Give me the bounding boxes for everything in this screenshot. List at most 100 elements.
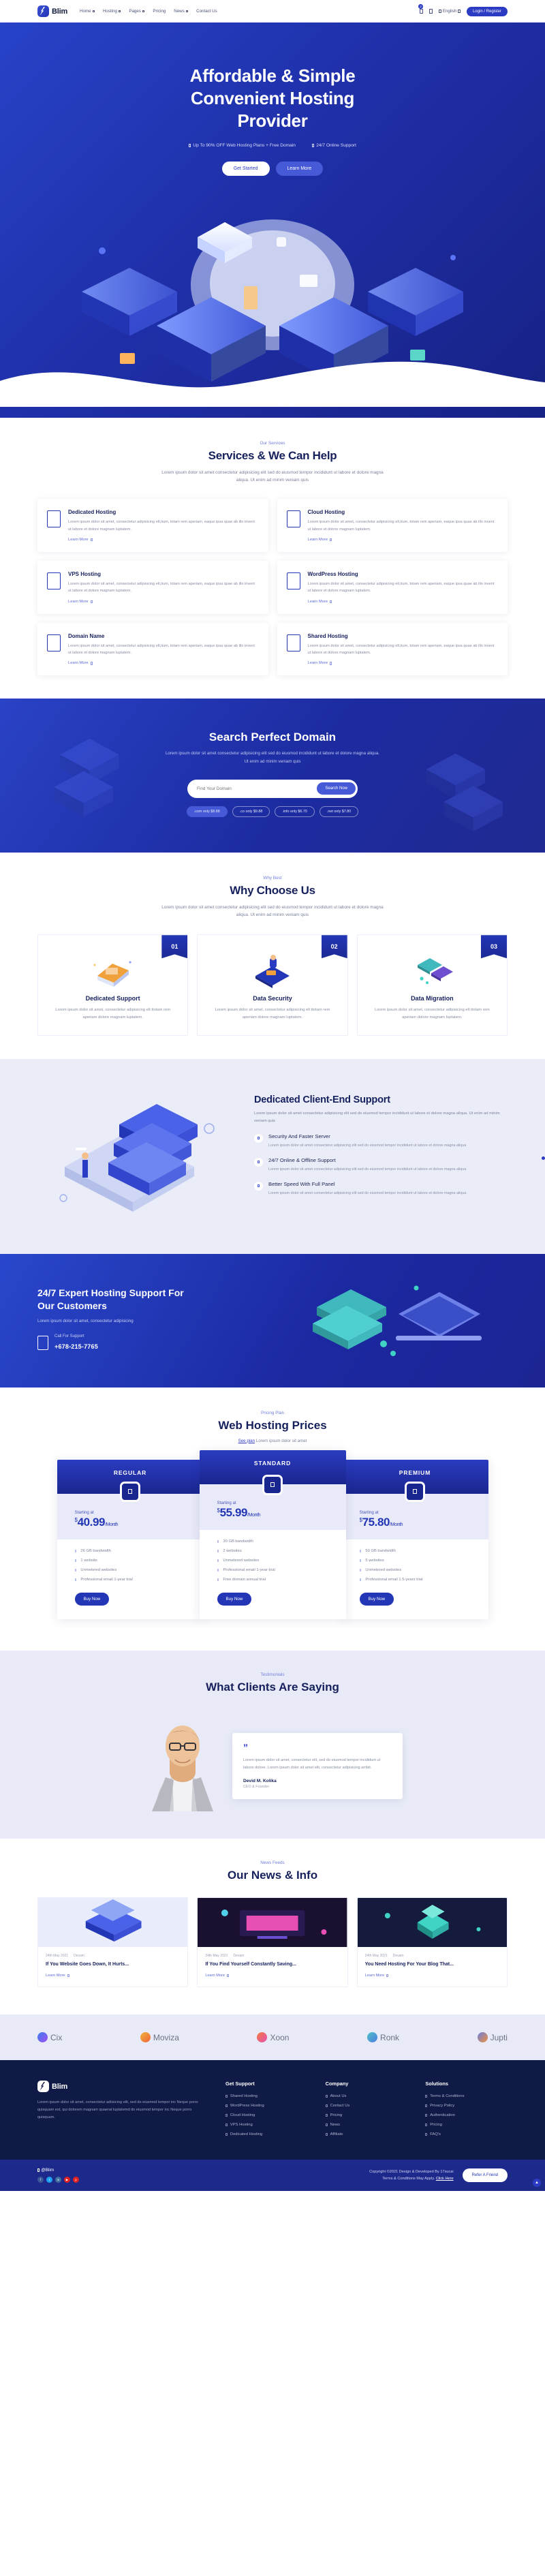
footer-link-wordpress-hosting[interactable]: WordPress Hosting — [225, 2104, 308, 2108]
partner-ronk[interactable]: Ronk — [367, 2032, 399, 2043]
buy-now-button[interactable]: Buy Now — [74, 1592, 110, 1606]
nav-item-pricing[interactable]: Pricing — [153, 9, 166, 14]
why-card-body: Lorem ipsum dolor sit amet, consectetur … — [55, 1008, 171, 1019]
news-card[interactable]: 24th May 2021 Devam If You Website Goes D… — [37, 1897, 189, 1988]
service-card[interactable]: Dedicated Hosting Lorem ipsum dolor sit … — [37, 499, 268, 553]
why-card[interactable]: 01 Dedicated Support Lorem ipsum dolor s… — [37, 934, 189, 1036]
plan-feature: 26 GB bandwidth — [74, 1549, 186, 1553]
news-body: 24th May 2021 Devam If You Website Goes D… — [38, 1947, 187, 1987]
tld-chip-co[interactable]: .co only $9.88 — [232, 806, 270, 817]
buy-now-button[interactable]: Buy Now — [359, 1592, 394, 1606]
dedicated-hosting-icon — [47, 510, 61, 528]
check-icon — [74, 1578, 77, 1581]
service-card[interactable]: Shared Hosting Lorem ipsum dolor sit ame… — [277, 622, 508, 676]
twitter-icon[interactable]: t — [46, 2177, 52, 2183]
plan-feature: 50 GB bandwidth — [359, 1549, 471, 1553]
call-label: Call For Support — [54, 1334, 84, 1338]
check-icon — [311, 144, 315, 148]
cart-icon[interactable]: 2 — [418, 4, 424, 14]
footer-link-pricing[interactable]: Pricing — [325, 2113, 408, 2117]
site-header: Blim Home Hosting Pages Pricing News Con… — [0, 0, 545, 22]
learn-more-link[interactable]: Learn More — [205, 1974, 339, 1978]
footer-link-authentication[interactable]: Authentication — [425, 2113, 508, 2117]
footer-link-terms-conditions[interactable]: Terms & Conditions — [425, 2094, 508, 2098]
arrow-right-icon — [90, 538, 93, 542]
service-card[interactable]: Cloud Hosting Lorem ipsum dolor sit amet… — [277, 499, 508, 553]
partners-section: Cix Moviza Xoon Ronk Jupti — [0, 2014, 545, 2061]
learn-more-link[interactable]: Learn More — [308, 538, 499, 542]
learn-more-link[interactable]: Learn More — [308, 600, 499, 604]
footer-link-contact-us[interactable]: Contact Us — [325, 2104, 408, 2108]
footer-link-privacy-policy[interactable]: Privacy Policy — [425, 2104, 508, 2108]
plan-feature: Professional email 1.5-years trial — [359, 1578, 471, 1582]
arrow-right-icon — [90, 600, 93, 603]
learn-more-link[interactable]: Learn More — [308, 661, 499, 665]
learn-more-button[interactable]: Learn More — [275, 162, 324, 177]
see-plan-link[interactable]: See plan — [238, 1439, 255, 1443]
partner-xoon[interactable]: Xoon — [257, 2032, 289, 2043]
footer-link-pricing-solutions[interactable]: Pricing — [425, 2123, 508, 2127]
search-icon[interactable] — [429, 8, 433, 14]
support-feature: 24/7 Online & Offline Support Lorem ipsum… — [254, 1157, 508, 1173]
nav-item-contact-us[interactable]: Contact Us — [196, 9, 217, 14]
phone-number[interactable]: +678-215-7765 — [54, 1343, 98, 1350]
chevron-right-icon — [325, 2114, 328, 2117]
service-card[interactable]: WordPress Hosting Lorem ipsum dolor sit … — [277, 561, 508, 614]
login-register-button[interactable]: Login / Register — [466, 6, 508, 16]
nav-item-hosting[interactable]: Hosting — [103, 9, 121, 14]
footer-link-news[interactable]: News — [325, 2123, 408, 2127]
footer-link-vps-hosting[interactable]: VPS Hosting — [225, 2123, 308, 2127]
logo[interactable]: Blim — [37, 5, 67, 17]
partner-cix[interactable]: Cix — [37, 2032, 62, 2043]
footer-link-faqs[interactable]: FAQ's — [425, 2132, 508, 2136]
nav-item-news[interactable]: News — [174, 9, 189, 14]
footer-link-cloud-hosting[interactable]: Cloud Hosting — [225, 2113, 308, 2117]
footer-logo[interactable]: Blim — [37, 2081, 208, 2093]
news-card[interactable]: 24th May 2021 Devam You Need Hosting For … — [356, 1897, 508, 1988]
scroll-to-top-button[interactable]: ▲ — [533, 2179, 541, 2188]
tld-chip-info[interactable]: .info only $6.70 — [275, 806, 315, 817]
nav-item-pages[interactable]: Pages — [129, 9, 145, 14]
buy-now-button[interactable]: Buy Now — [217, 1592, 252, 1606]
get-started-button[interactable]: Get Started — [221, 162, 270, 177]
why-card[interactable]: 02 Data Security Lorem ipsum dolor sit a… — [197, 934, 348, 1036]
footer-link-about-us[interactable]: About Us — [325, 2094, 408, 2098]
learn-more-link[interactable]: Learn More — [68, 600, 259, 604]
why-card[interactable]: 03 Data Migration Lorem ipsum dolor sit … — [356, 934, 508, 1036]
refer-a-friend-button[interactable]: Refer A Friend — [462, 2168, 508, 2183]
news-card[interactable]: 24th May 2021 Devam If You Find Yourself … — [197, 1897, 348, 1988]
terms-click-here-link[interactable]: Click Here — [436, 2177, 454, 2181]
xoon-logo-icon — [257, 2032, 268, 2043]
tld-chip-com[interactable]: .com only $8.88 — [186, 806, 228, 817]
youtube-icon[interactable]: ▶ — [64, 2177, 70, 2183]
learn-more-link[interactable]: Learn More — [365, 1974, 499, 1978]
facebook-icon[interactable]: f — [37, 2177, 44, 2183]
linkedin-icon[interactable]: in — [55, 2177, 61, 2183]
check-icon — [189, 144, 191, 148]
footer-link-shared-hosting[interactable]: Shared Hosting — [225, 2094, 308, 2098]
pinterest-icon[interactable]: p — [73, 2177, 79, 2183]
footer-link-affiliate[interactable]: Affiliate — [325, 2132, 408, 2136]
domain-search-input[interactable] — [197, 786, 317, 791]
client-photo — [142, 1709, 223, 1811]
arrow-right-icon — [330, 538, 332, 542]
check-circle-icon — [254, 1181, 263, 1191]
services-grid: Dedicated Hosting Lorem ipsum dolor sit … — [37, 499, 508, 676]
learn-more-link[interactable]: Learn More — [68, 538, 259, 542]
support-feature-title: Security And Faster Server — [268, 1133, 330, 1139]
learn-more-link[interactable]: Learn More — [46, 1974, 180, 1978]
language-selector[interactable]: English — [438, 9, 461, 14]
chevron-right-icon — [325, 2095, 328, 2098]
learn-more-link[interactable]: Learn More — [68, 661, 259, 665]
cta-call-block[interactable]: Call For Support +678-215-7765 — [37, 1334, 262, 1352]
search-now-button[interactable]: Search Now — [317, 782, 356, 795]
chevron-right-icon — [225, 2123, 228, 2126]
footer-link-dedicated-hosting[interactable]: Dedicated Hosting — [225, 2132, 308, 2136]
arrow-right-icon — [330, 600, 332, 603]
nav-item-home[interactable]: Home — [80, 9, 95, 14]
service-card[interactable]: VPS Hosting Lorem ipsum dolor sit amet, … — [37, 561, 268, 614]
partner-jupti[interactable]: Jupti — [477, 2032, 508, 2043]
service-card[interactable]: Domain Name Lorem ipsum dolor sit amet, … — [37, 622, 268, 676]
partner-moviza[interactable]: Moviza — [140, 2032, 179, 2043]
tld-chip-net[interactable]: .net only $7.80 — [319, 806, 359, 817]
